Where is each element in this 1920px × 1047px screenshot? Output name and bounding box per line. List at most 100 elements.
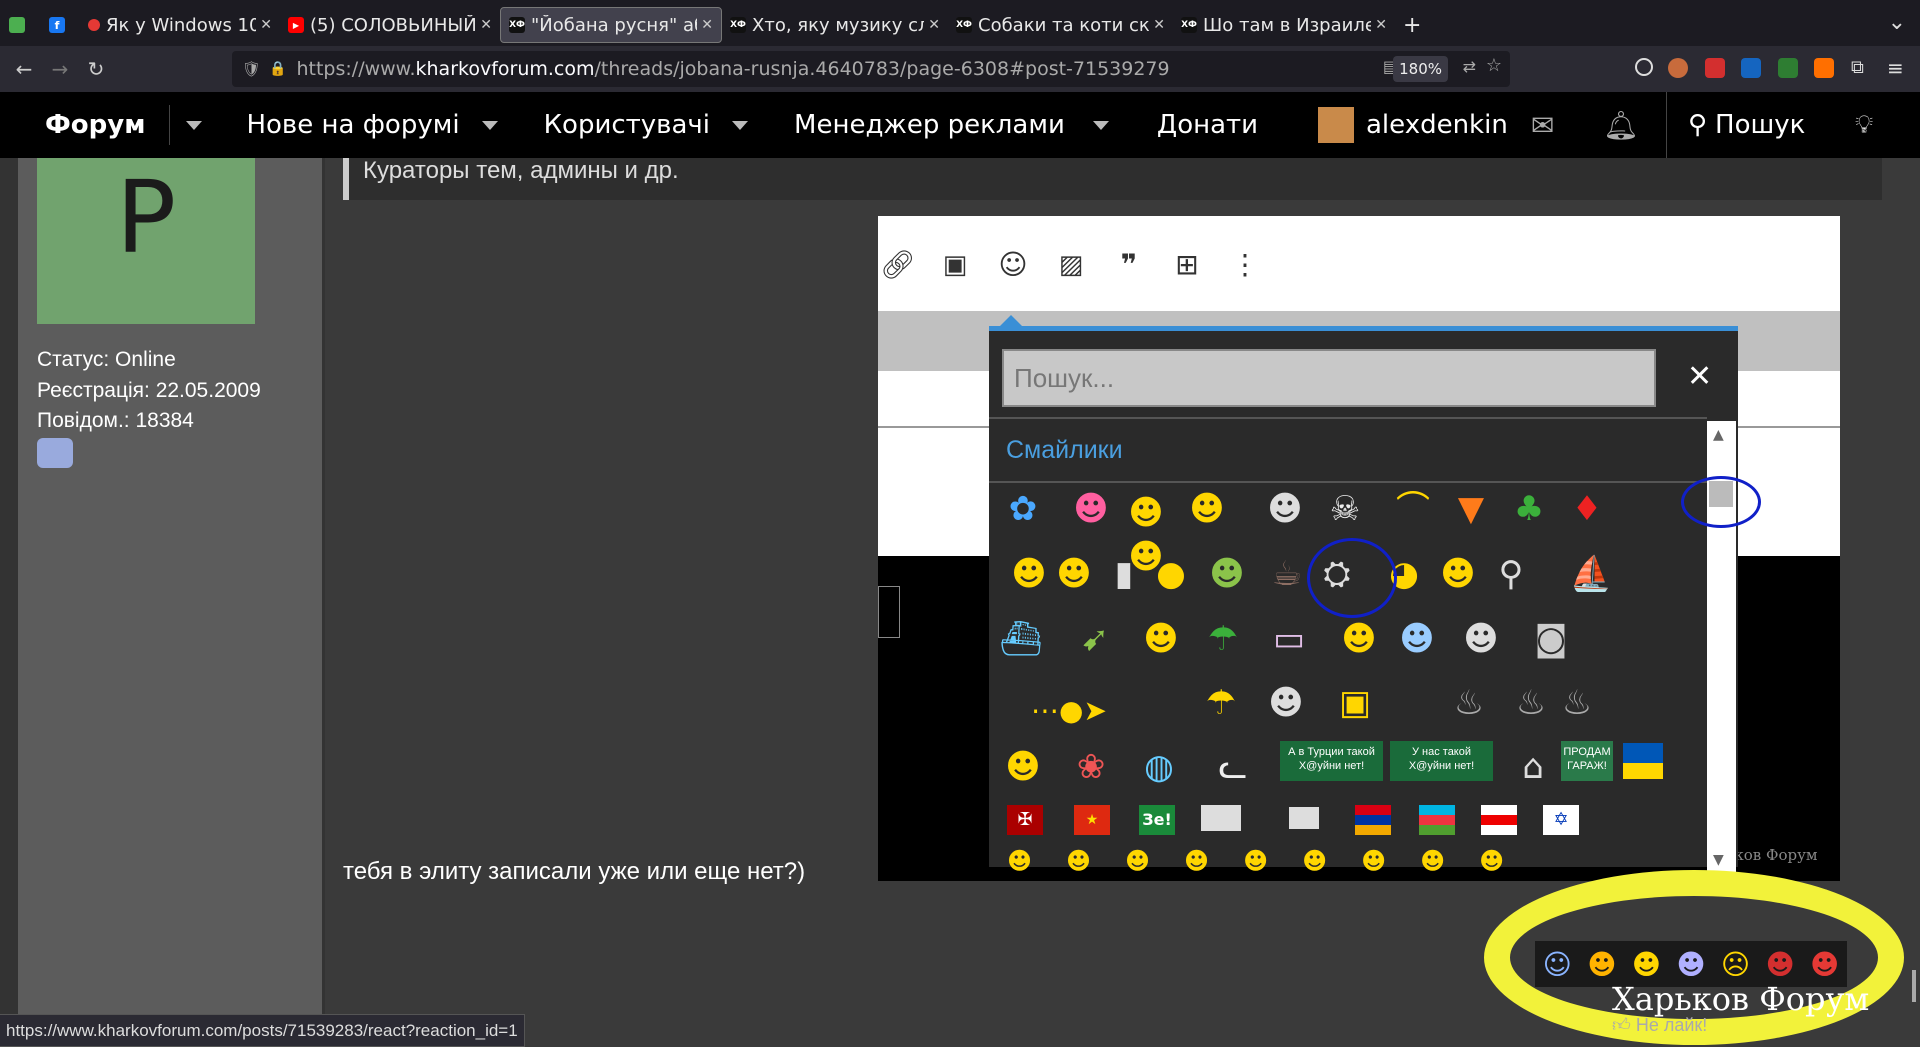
status-bar-url: https://www.kharkovforum.com/posts/71539… (0, 1014, 525, 1047)
close-tab-icon[interactable]: ✕ (480, 17, 492, 33)
user-registration-date: Реєстрація: 22.05.2009 (37, 379, 261, 402)
url-bar[interactable]: 🛡 🔒 https://www. kharkovforum.com/threads… (232, 51, 1510, 87)
wow-icon[interactable]: ☻ (1676, 948, 1705, 981)
balloons-icon: ◍ (1144, 747, 1174, 787)
flower-smiley-icon: ✿ (1008, 489, 1038, 529)
inbox-envelope-icon[interactable]: ✉ (1531, 92, 1554, 158)
tab-youtube[interactable]: ▶ (5) СОЛОВЬИНЫЙ ГХ✕ (280, 7, 500, 43)
grill-icon: ♨ (1453, 683, 1485, 723)
close-tab-icon[interactable]: ✕ (701, 17, 713, 33)
coffee-icon: ☕ (1271, 554, 1303, 594)
close-tab-icon[interactable]: ✕ (928, 17, 940, 33)
sad-icon[interactable]: ☹ (1721, 948, 1750, 981)
extension-badge-icon[interactable] (1705, 58, 1725, 78)
nav-members[interactable]: Користувачі (544, 92, 749, 158)
adblock-shield-icon[interactable] (1778, 58, 1798, 78)
divider (989, 481, 1707, 483)
tab-music[interactable]: ХФ Хто, яку музику слух✕ (722, 7, 948, 43)
umbrella-smiley-icon: ☂ (1207, 619, 1239, 659)
close-tab-icon[interactable]: ✕ (1375, 17, 1387, 33)
shield-icon[interactable]: 🛡 (242, 60, 261, 78)
flag-stripe-blue (1355, 815, 1391, 825)
pinned-tab-facebook[interactable]: f (40, 7, 80, 43)
tab-pets[interactable]: ХФ Собаки та коти скор✕ (948, 7, 1173, 43)
quote-icon: ❞ (1120, 248, 1138, 281)
username: alexdenkin (1366, 110, 1508, 140)
bookmark-star-icon[interactable]: ☆ (1486, 55, 1502, 76)
forward-arrow-icon[interactable]: → (42, 57, 78, 81)
ze-flag-icon: Зе! (1139, 805, 1175, 835)
editor-edge-box (878, 586, 900, 638)
chevron-down-icon[interactable] (1092, 120, 1109, 130)
flag-stripe-green (1419, 825, 1455, 835)
bell-icon[interactable]: 🔔︎ (1603, 92, 1639, 158)
angry-icon[interactable]: ☻ (1765, 948, 1794, 981)
translate-extension-icon[interactable] (1741, 58, 1761, 78)
grin-smiley-icon: ☻ (1267, 489, 1303, 529)
extension-orange-icon[interactable] (1814, 58, 1834, 78)
laughing-icon[interactable]: ☻ (1632, 948, 1661, 981)
user-menu[interactable]: alexdenkin (1318, 92, 1508, 158)
tab-title: Шо там в Израиле? (1203, 14, 1372, 36)
browser-nav-bar: ← → ↻ 🛡 🔒 https://www. kharkovforum.com/t… (0, 46, 1920, 92)
carrot-icon: ▼ (1457, 489, 1485, 529)
extensions-puzzle-icon[interactable]: ⧉ (1851, 58, 1871, 78)
flag-stripe-blue (1419, 805, 1455, 815)
extension-avatar-icon[interactable] (1668, 58, 1688, 78)
pepper-icon: ♦ (1571, 489, 1603, 529)
nav-ad-manager[interactable]: Менеджер реклами (794, 92, 1109, 158)
chevron-down-icon[interactable] (481, 120, 498, 130)
tab-title: (5) СОЛОВЬИНЫЙ ГХ (310, 14, 477, 36)
tab-title: Як у Windows 10 пр (106, 14, 257, 36)
tab-active-thread[interactable]: ХФ "Йобана русня" або✕ (500, 7, 722, 43)
lock-icon[interactable]: 🔒 (269, 61, 286, 77)
kharkovforum-favicon-icon: ХФ (730, 17, 746, 33)
pinned-tab-1[interactable] (0, 7, 40, 43)
tab-israel[interactable]: ХФ Шо там в Израиле? ✕ (1173, 7, 1395, 43)
nav-forum[interactable]: Форум (45, 92, 145, 158)
heart-eyes-icon[interactable]: ☻ (1587, 948, 1616, 981)
flag-stripe-yellow (1623, 763, 1663, 779)
pocket-icon[interactable] (1635, 58, 1653, 76)
belarus-flag-icon (1481, 805, 1517, 835)
flag-holder-smileys-icon: ☻☻☻☻☻☻☻☻☻ (1007, 847, 1539, 875)
flag-stripe-red (1355, 805, 1391, 815)
facebook-icon: f (49, 17, 65, 33)
nazi-flag-icon: ✠ (1007, 805, 1043, 835)
tab-title: Собаки та коти скор (978, 14, 1150, 36)
eating-smiley-icon: ☻ (1143, 619, 1179, 659)
nav-whats-new[interactable]: Нове на форумі (246, 92, 498, 158)
middle-finger-icon[interactable]: ☻ (1810, 948, 1839, 981)
tab-windows10[interactable]: Як у Windows 10 пр✕ (80, 7, 280, 43)
reload-icon[interactable]: ↻ (78, 57, 114, 81)
editor-toolbar: 🔗︎ ▣ ☺ ▨ ❞ ⊞ ⋮ (878, 216, 1840, 311)
nav-whats-new-label: Нове на форумі (246, 110, 460, 140)
back-arrow-icon[interactable]: ← (6, 57, 42, 81)
user-avatar-large[interactable]: P (37, 158, 255, 324)
israel-flag-icon: ✡ (1543, 805, 1579, 835)
camera-badge-icon (37, 438, 73, 468)
thumbs-up-icon: 👍︎ (1612, 1015, 1631, 1035)
close-icon: ✕ (1687, 359, 1713, 394)
new-tab-button[interactable]: + (1395, 7, 1435, 43)
thumbs-up-smiley-icon[interactable]: ☺ (1543, 948, 1572, 981)
menu-icon[interactable]: ≡ (1887, 58, 1907, 78)
bird-smiley-icon: ☻ (1399, 619, 1435, 659)
link-icon: 🔗︎ (880, 248, 916, 281)
lamp-smiley-icon: ⚲ (1498, 554, 1524, 594)
parachute-smiley-icon: ☂ (1205, 683, 1237, 723)
page-scrollbar-thumb[interactable] (1912, 970, 1916, 1002)
small-sign-icon (1289, 807, 1319, 829)
forum-dropdown-caret-icon[interactable] (186, 120, 203, 130)
nav-donate[interactable]: Донати (1157, 92, 1258, 158)
search-button[interactable]: ⚲ Пошук (1688, 92, 1805, 158)
close-tab-icon[interactable]: ✕ (1153, 17, 1165, 33)
pinned-favicon-icon (9, 17, 25, 33)
close-tab-icon[interactable]: ✕ (260, 17, 272, 33)
zoom-level[interactable]: 180% (1393, 56, 1448, 82)
style-toggle-bulb-icon[interactable]: 💡︎ (1855, 92, 1873, 158)
translate-icon[interactable]: ⇄ (1463, 57, 1476, 76)
pacman-smiley-icon: ● (1156, 554, 1186, 594)
chevron-down-icon[interactable] (732, 120, 749, 130)
tab-list-chevron-icon[interactable]: ⌄ (1888, 10, 1906, 35)
